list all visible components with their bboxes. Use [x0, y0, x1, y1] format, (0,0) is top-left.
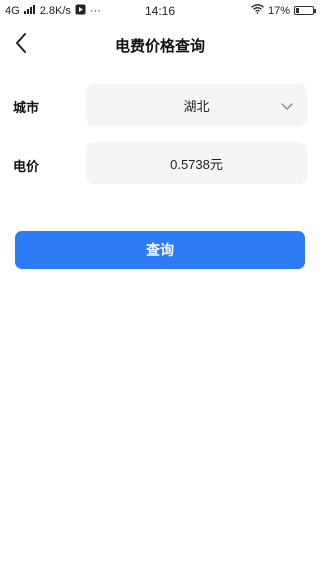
city-value: 湖北 — [183, 98, 210, 114]
battery-percent: 17% — [267, 4, 290, 17]
app-screen: 4G 2.8K/s ··· 14:16 17% 电费价格查询 城市 湖北 电价 … — [0, 0, 320, 568]
price-value: 0.5738元 — [170, 156, 223, 172]
page-title: 电费价格查询 — [114, 38, 205, 55]
price-label: 电价 — [13, 159, 40, 174]
query-button[interactable]: 查询 — [15, 231, 305, 269]
wifi-icon — [251, 4, 264, 17]
battery-level — [296, 8, 299, 13]
chevron-down-icon — [281, 99, 293, 114]
nav-bar: 电费价格查询 — [0, 22, 320, 68]
city-label: 城市 — [13, 100, 40, 115]
battery-icon — [294, 6, 316, 15]
price-display: 0.5738元 — [86, 142, 307, 184]
city-select[interactable]: 湖北 — [86, 84, 307, 126]
status-right: 17% — [251, 4, 316, 17]
status-bar: 4G 2.8K/s ··· 14:16 17% — [0, 0, 320, 22]
